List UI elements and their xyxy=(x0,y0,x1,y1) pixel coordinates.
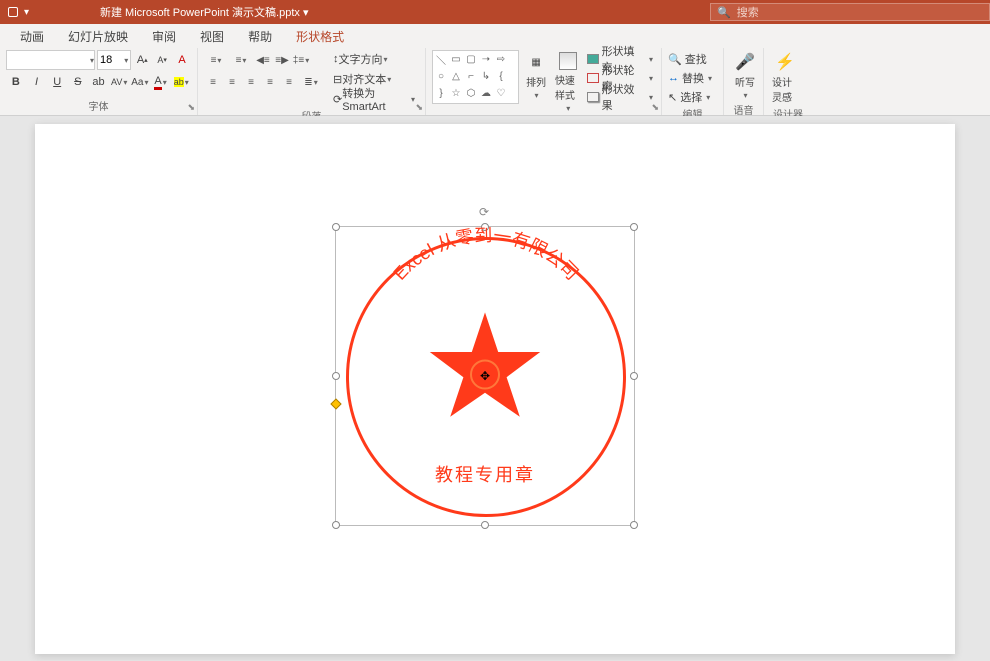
shape-line-icon[interactable]: ＼ xyxy=(434,52,448,66)
cursor-icon: ✥ xyxy=(480,369,490,383)
shadow-button[interactable]: ab xyxy=(89,72,109,92)
shape-rect-icon[interactable]: ▭ xyxy=(449,52,463,66)
shape-arrow2-icon[interactable]: ⇨ xyxy=(494,52,508,66)
drawing-launcher-icon[interactable]: ⬊ xyxy=(651,102,659,113)
font-family-select[interactable]: ▾ xyxy=(6,50,95,70)
mic-icon: 🎤 xyxy=(735,52,755,72)
numbering-button[interactable]: ≡▾ xyxy=(229,50,253,70)
shape-brace2-icon[interactable]: } xyxy=(434,86,448,100)
arrange-button[interactable]: ▦ 排列▾ xyxy=(521,50,551,102)
italic-button[interactable]: I xyxy=(27,72,47,92)
fill-icon xyxy=(587,54,599,64)
select-button[interactable]: ↖选择▾ xyxy=(668,88,717,106)
group-font: ▾ 18▾ A▴ A▾ A B I U S ab AV▾ Aa▾ A▾ ab▾ … xyxy=(0,48,198,115)
highlight-button[interactable]: ab▾ xyxy=(171,72,191,92)
columns-button[interactable]: ≣▾ xyxy=(299,72,323,92)
increase-font-button[interactable]: A▴ xyxy=(133,50,151,70)
replace-icon: ↔ xyxy=(668,72,679,84)
shape-l-icon[interactable]: ⌐ xyxy=(464,69,478,83)
tab-view[interactable]: 视图 xyxy=(190,24,234,49)
autosave-icon[interactable] xyxy=(8,7,18,17)
spacing-button[interactable]: AV▾ xyxy=(109,72,129,92)
shape-tri-icon[interactable]: △ xyxy=(449,69,463,83)
font-color-button[interactable]: A▾ xyxy=(151,72,171,92)
outline-icon xyxy=(587,73,599,83)
slide-canvas-area: ⟳ Excel 从零到一有限公司 ✥ 教程专用章 xyxy=(0,116,990,661)
text-direction-button[interactable]: ↕ 文字方向▾ xyxy=(329,50,419,68)
shape-oval-icon[interactable]: ○ xyxy=(434,69,448,83)
font-group-label: 字体 xyxy=(6,98,191,115)
shapes-gallery[interactable]: ＼ ▭ ▢ ➝ ⇨ ○ △ ⌐ ↳ { } ☆ ⬡ ☁ ♡ xyxy=(432,50,519,104)
seal-bottom-text: 教程专用章 xyxy=(336,461,634,487)
shape-l2-icon[interactable]: ↳ xyxy=(479,69,493,83)
shape-cloud-icon[interactable]: ☁ xyxy=(479,86,493,100)
dictate-button[interactable]: 🎤 听写▾ xyxy=(730,50,760,102)
shape-effects-button[interactable]: 形状效果▾ xyxy=(585,88,655,106)
bold-button[interactable]: B xyxy=(6,72,26,92)
replace-button[interactable]: ↔替换▾ xyxy=(668,69,717,87)
shape-star-icon[interactable]: ☆ xyxy=(449,86,463,100)
lightning-icon: ⚡ xyxy=(775,52,795,72)
bullets-button[interactable]: ≡▾ xyxy=(204,50,228,70)
group-edit: 🔍查找 ↔替换▾ ↖选择▾ 编辑 xyxy=(662,48,724,115)
find-icon: 🔍 xyxy=(668,53,682,66)
document-title: 新建 Microsoft PowerPoint 演示文稿.pptx ▾ xyxy=(80,4,690,20)
search-placeholder: 搜索 xyxy=(737,4,759,20)
paragraph-launcher-icon[interactable]: ⬊ xyxy=(415,102,423,113)
line-spacing-button[interactable]: ‡≡▾ xyxy=(292,50,310,70)
font-size-select[interactable]: 18▾ xyxy=(97,50,131,70)
strike-button[interactable]: S xyxy=(68,72,88,92)
ribbon: ▾ 18▾ A▴ A▾ A B I U S ab AV▾ Aa▾ A▾ ab▾ … xyxy=(0,48,990,116)
font-launcher-icon[interactable]: ⬊ xyxy=(187,102,195,113)
align-left-button[interactable]: ≡ xyxy=(204,72,222,92)
design-ideas-button[interactable]: ⚡ 设计灵感 xyxy=(770,50,800,106)
effects-icon xyxy=(587,92,599,102)
smartart-button[interactable]: ⟳ 转换为 SmartArt▾ xyxy=(329,90,419,108)
tab-animation[interactable]: 动画 xyxy=(10,24,54,49)
align-right-button[interactable]: ≡ xyxy=(242,72,260,92)
group-drawing: ＼ ▭ ▢ ➝ ⇨ ○ △ ⌐ ↳ { } ☆ ⬡ ☁ ♡ ▦ 排列▾ xyxy=(426,48,662,115)
tab-slideshow[interactable]: 幻灯片放映 xyxy=(58,24,138,49)
quick-styles-button[interactable]: 快速样式▾ xyxy=(553,50,583,115)
search-icon: 🔍 xyxy=(717,6,731,19)
align-justify-button[interactable]: ≡ xyxy=(261,72,279,92)
indent-increase-button[interactable]: ≡▶ xyxy=(273,50,291,70)
shape-selection[interactable]: ⟳ Excel 从零到一有限公司 ✥ 教程专用章 xyxy=(335,226,635,526)
shape-arrow-icon[interactable]: ➝ xyxy=(479,52,493,66)
slide[interactable]: ⟳ Excel 从零到一有限公司 ✥ 教程专用章 xyxy=(35,124,955,654)
shape-hex-icon[interactable]: ⬡ xyxy=(464,86,478,100)
rotate-handle-icon[interactable]: ⟳ xyxy=(479,205,491,217)
find-button[interactable]: 🔍查找 xyxy=(668,50,717,68)
search-box[interactable]: 🔍 搜索 xyxy=(710,3,990,21)
group-paragraph: ≡▾ ≡▾ ◀≡ ≡▶ ‡≡▾ ≡ ≡ ≡ ≡ ≡ ≣▾ ↕ 文字方向▾ ⊟ 对… xyxy=(198,48,426,115)
select-icon: ↖ xyxy=(668,91,677,104)
shape-heart-icon[interactable]: ♡ xyxy=(494,86,508,100)
underline-button[interactable]: U xyxy=(47,72,67,92)
align-center-button[interactable]: ≡ xyxy=(223,72,241,92)
arrange-icon: ▦ xyxy=(526,52,546,72)
tab-help[interactable]: 帮助 xyxy=(238,24,282,49)
group-voice: 🎤 听写▾ 语音 xyxy=(724,48,764,115)
ribbon-toggle-icon[interactable]: ▾ xyxy=(24,7,29,18)
title-bar: ▾ 新建 Microsoft PowerPoint 演示文稿.pptx ▾ 🔍 … xyxy=(0,0,990,24)
tab-review[interactable]: 审阅 xyxy=(142,24,186,49)
shape-rect2-icon[interactable]: ▢ xyxy=(464,52,478,66)
shape-brace-icon[interactable]: { xyxy=(494,69,508,83)
tab-shape-format[interactable]: 形状格式 xyxy=(286,24,354,49)
decrease-font-button[interactable]: A▾ xyxy=(153,50,171,70)
indent-decrease-button[interactable]: ◀≡ xyxy=(254,50,272,70)
group-designer: ⚡ 设计灵感 设计器 xyxy=(764,48,812,115)
clear-format-button[interactable]: A xyxy=(173,50,191,70)
ribbon-tabs: 动画 幻灯片放映 审阅 视图 帮助 形状格式 xyxy=(0,24,990,48)
case-button[interactable]: Aa▾ xyxy=(130,72,150,92)
svg-text:Excel 从零到一有限公司: Excel 从零到一有限公司 xyxy=(390,227,583,284)
distribute-button[interactable]: ≡ xyxy=(280,72,298,92)
quick-styles-icon xyxy=(559,52,577,70)
